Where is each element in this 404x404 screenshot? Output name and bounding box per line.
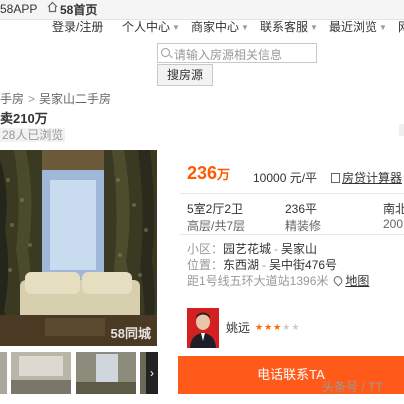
thumbnail-next-button[interactable]: › xyxy=(146,352,158,394)
district-link[interactable]: 东西湖 xyxy=(223,258,259,272)
side-marker xyxy=(399,124,404,136)
source-watermark: 头条号 / TT xyxy=(322,380,383,394)
app-download-link[interactable]: 58APP xyxy=(0,2,37,16)
search-icon xyxy=(161,48,170,57)
nav-site[interactable]: 网 xyxy=(398,18,404,34)
star-icon: ★ xyxy=(264,322,274,332)
spec-decoration: 精装修 xyxy=(285,219,322,233)
home-icon xyxy=(47,1,58,13)
community-row: 小区：园艺花城 - 吴家山 xyxy=(187,242,318,256)
chevron-down-icon: ▼ xyxy=(241,23,249,32)
metro-distance: 距1号线五环大道站1396米 xyxy=(187,274,329,288)
map-link[interactable]: 地图 xyxy=(345,274,369,288)
nav-login-register[interactable]: 登录/注册 xyxy=(52,18,103,34)
mortgage-calculator-link[interactable]: 房贷计算器 xyxy=(331,169,402,186)
chevron-down-icon: ▼ xyxy=(172,23,180,32)
divider xyxy=(180,193,404,194)
thumbnail[interactable] xyxy=(11,352,71,394)
agent-name[interactable]: 姚远 xyxy=(226,319,250,336)
star-icon: ★ xyxy=(255,322,265,332)
spec-area: 236平 xyxy=(285,202,318,216)
breadcrumb-separator: > xyxy=(28,92,36,106)
thumbnail-strip: › xyxy=(0,352,160,394)
spec-orientation: 南北 xyxy=(383,202,404,216)
search-placeholder: 请输入房源相关信息 xyxy=(174,48,283,62)
unit-price: 10000 元/平 xyxy=(253,171,318,185)
breadcrumb-item[interactable]: 手房 xyxy=(0,92,24,106)
top-bar: 58APP 58首页 xyxy=(0,0,404,20)
nav-customer-service[interactable]: 联系客服 ▼ xyxy=(260,18,318,34)
thumbnail[interactable] xyxy=(76,352,136,394)
agent-rating: ★★★★★ xyxy=(255,322,300,333)
photo-watermark: 58同城 xyxy=(110,326,151,341)
breadcrumb: 手房 > 吴家山二手房 xyxy=(0,90,111,107)
home-link[interactable]: 58首页 xyxy=(60,1,97,18)
breadcrumb-item[interactable]: 吴家山二手房 xyxy=(39,92,111,106)
spec-floor: 高层/共7层 xyxy=(187,219,246,233)
divider xyxy=(180,234,404,235)
search-input[interactable]: 请输入房源相关信息 xyxy=(157,43,317,63)
view-count: 28人已浏览 xyxy=(0,128,66,142)
spec-year: 200 xyxy=(383,217,404,231)
spec-layout: 5室2厅2卫 xyxy=(187,202,244,216)
nav-recent-browse[interactable]: 最近浏览 ▼ xyxy=(329,18,387,34)
living-room-photo xyxy=(0,150,157,346)
distance-row: 距1号线五环大道站1396米 地图 xyxy=(187,272,369,289)
map-pin-icon xyxy=(332,274,345,287)
nav-merchant-center[interactable]: 商家中心 ▼ xyxy=(191,18,249,34)
community-area-link[interactable]: 吴家山 xyxy=(281,242,317,256)
star-icon: ★ xyxy=(282,322,292,332)
thumbnail[interactable] xyxy=(0,352,7,394)
search-button[interactable]: 搜房源 xyxy=(157,64,213,86)
star-icon: ★ xyxy=(273,322,283,332)
listing-title: 卖210万 xyxy=(0,111,48,126)
chevron-down-icon: ▼ xyxy=(379,23,387,32)
chevron-down-icon: ▼ xyxy=(310,23,318,32)
total-price: 236万 xyxy=(187,163,231,183)
calculator-icon xyxy=(331,173,340,183)
agent-avatar[interactable] xyxy=(187,308,219,348)
community-link[interactable]: 园艺花城 xyxy=(223,242,271,256)
star-icon: ★ xyxy=(291,322,301,332)
location-row: 位置：东西湖 - 吴中街476号 xyxy=(187,258,338,272)
main-photo[interactable]: 58同城 xyxy=(0,150,157,346)
street-text: 吴中街476号 xyxy=(269,258,338,272)
nav-personal-center[interactable]: 个人中心 ▼ xyxy=(122,18,180,34)
